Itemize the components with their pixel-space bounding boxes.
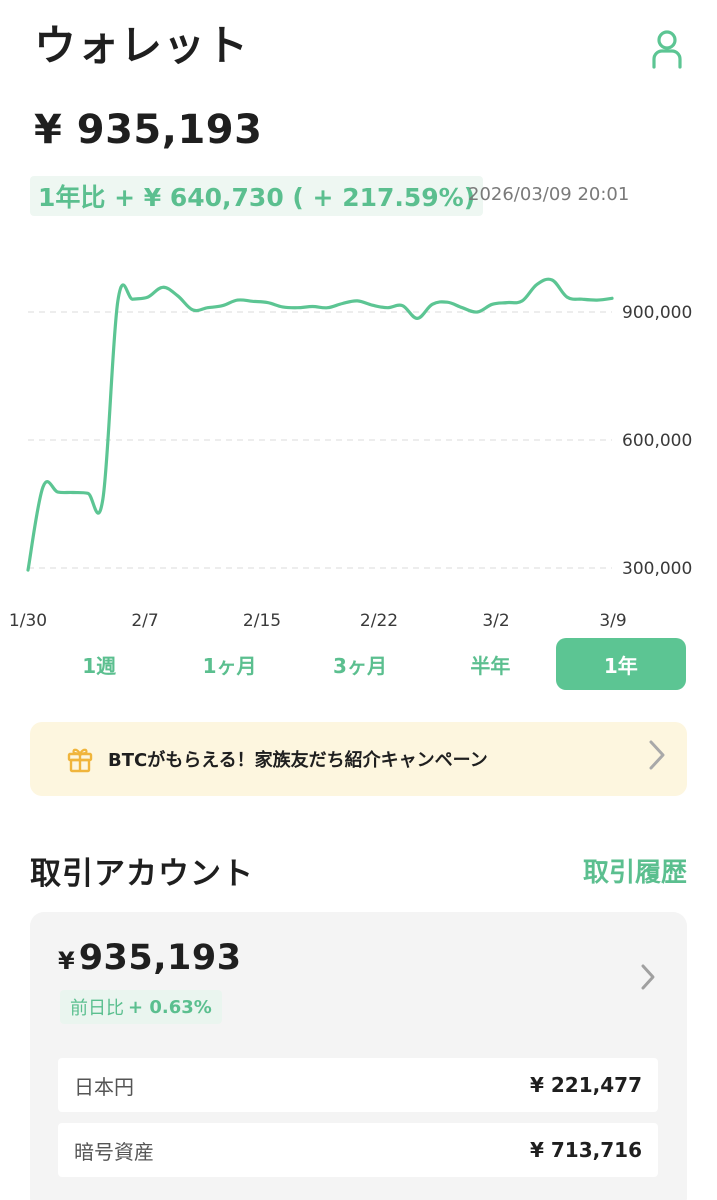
total-balance: ¥ 935,193 (34, 107, 263, 153)
balance-chart: 900,000 600,000 300,000 1/30 2/7 2/15 2/22 3/2… (9, 277, 692, 631)
promo-text: BTCがもらえる！家族友だち紹介キャンペーン (108, 750, 488, 771)
tab-1-month[interactable]: 1ヶ月 (164, 638, 294, 690)
y-tick-label: 600,000 (622, 431, 692, 451)
user-icon (652, 30, 682, 69)
y-tick-label: 900,000 (622, 303, 692, 323)
asset-label: 日本円 (74, 1074, 134, 1099)
chevron-right-icon (647, 738, 667, 780)
section-title-trading-account: 取引アカウント (30, 856, 254, 892)
x-tick-label: 1/30 (9, 611, 47, 631)
referral-campaign-banner[interactable]: BTCがもらえる！家族友だち紹介キャンペーン (30, 722, 687, 796)
x-tick-label: 2/15 (243, 611, 281, 631)
tab-half-year[interactable]: 半年 (425, 638, 555, 690)
x-tick-label: 2/7 (131, 611, 158, 631)
tab-3-months[interactable]: 3ヶ月 (295, 638, 425, 690)
asset-value: ¥ 221,477 (530, 1073, 642, 1097)
x-tick-label: 3/2 (482, 611, 509, 631)
tab-1-week[interactable]: 1週 (34, 638, 164, 690)
y-tick-label: 300,000 (622, 559, 692, 579)
account-balance: ¥935,193 (58, 938, 242, 978)
asset-row-jpy[interactable]: 日本円 ¥ 221,477 (58, 1058, 658, 1112)
yearly-change-badge: 1年比 + ¥ 640,730 ( + 217.59%) (30, 176, 484, 216)
yen-sign: ¥ (58, 947, 75, 975)
period-tabs: 1週 1ヶ月 3ヶ月 半年 1年 (34, 638, 687, 690)
page-title: ウォレット (34, 21, 250, 70)
trading-account-card[interactable]: ¥935,193 前日比 + 0.63% 日本円 ¥ 221,477 暗号資産 … (30, 912, 687, 1200)
asset-row-crypto[interactable]: 暗号資産 ¥ 713,716 (58, 1123, 658, 1177)
account-balance-amount: 935,193 (78, 938, 242, 978)
daily-change-label: 前日比 (70, 998, 124, 1019)
trade-history-link[interactable]: 取引履歴 (583, 852, 687, 889)
x-tick-label: 3/9 (599, 611, 626, 631)
x-tick-label: 2/22 (360, 611, 398, 631)
daily-change-badge: 前日比 + 0.63% (60, 990, 222, 1024)
chart-series-line (26, 277, 614, 572)
user-profile-button[interactable] (642, 24, 692, 74)
timestamp: 2026/03/09 20:01 (468, 184, 630, 205)
gift-icon (67, 748, 93, 773)
asset-label: 暗号資産 (74, 1139, 154, 1164)
asset-value: ¥ 713,716 (530, 1138, 642, 1162)
tab-1-year[interactable]: 1年 (555, 638, 687, 690)
chevron-right-icon[interactable] (639, 962, 657, 1000)
daily-change-value: + 0.63% (128, 996, 212, 1018)
yearly-change-text: 1年比 + ¥ 640,730 ( + 217.59%) (38, 183, 476, 212)
